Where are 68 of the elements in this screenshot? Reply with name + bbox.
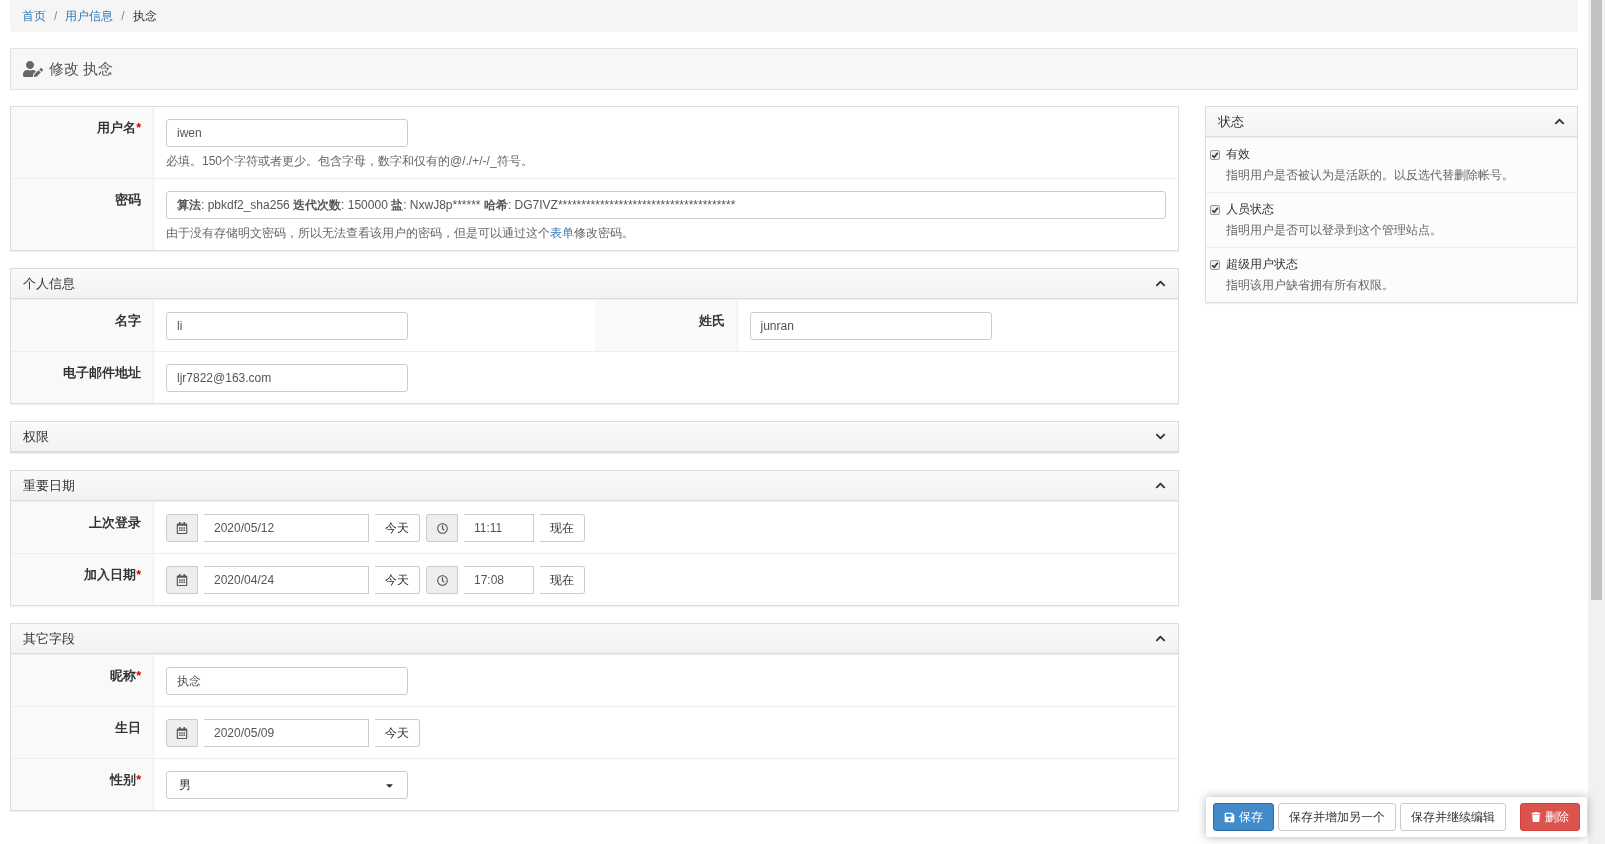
- text-input[interactable]: li: [166, 312, 408, 340]
- breadcrumb-current: 执念: [132, 7, 157, 25]
- help-text: 指明用户是否可以登录到这个管理站点。: [1226, 222, 1443, 239]
- field-label: 姓氏: [698, 313, 725, 330]
- user-edit-icon: [23, 59, 43, 79]
- clock-icon: [426, 566, 458, 594]
- form-link[interactable]: 表单: [550, 226, 574, 240]
- text-input[interactable]: junran: [749, 312, 992, 340]
- select-field[interactable]: 男: [166, 771, 408, 799]
- now-button[interactable]: 现在: [540, 514, 585, 542]
- help-text: 指明用户是否被认为是活跃的。以反选代替删除帐号。: [1226, 167, 1515, 184]
- chevron-up-icon[interactable]: [1155, 278, 1166, 289]
- chevron-down-icon[interactable]: [1155, 431, 1166, 442]
- field-label: 生日: [115, 720, 141, 737]
- field-label: 昵称*: [110, 668, 141, 685]
- section-header[interactable]: 状态: [1206, 107, 1577, 137]
- text-input[interactable]: 执念: [166, 667, 408, 695]
- action-button[interactable]: 保存并继续编辑: [1400, 803, 1506, 831]
- checkbox[interactable]: [1210, 149, 1220, 160]
- field-label: 密码: [115, 192, 141, 209]
- section-header[interactable]: 权限: [11, 422, 1178, 452]
- trash-icon: [1531, 812, 1541, 822]
- today-button[interactable]: 今天: [375, 514, 420, 542]
- field-label: 上次登录: [89, 515, 141, 532]
- help-text: 指明该用户缺省拥有所有权限。: [1226, 277, 1395, 294]
- date-input[interactable]: 2020/05/09: [204, 719, 369, 747]
- section-header[interactable]: 其它字段: [11, 624, 1178, 654]
- chevron-up-icon[interactable]: [1155, 633, 1166, 644]
- delete-button[interactable]: 删除: [1520, 803, 1580, 831]
- chevron-up-icon[interactable]: [1554, 116, 1565, 127]
- time-input[interactable]: 17:08: [464, 566, 534, 594]
- date-input[interactable]: 2020/05/12: [204, 514, 369, 542]
- date-input[interactable]: 2020/04/24: [204, 566, 369, 594]
- calendar-icon: [166, 514, 198, 542]
- text-input[interactable]: ljr7822@163.com: [166, 364, 408, 392]
- field-label: 名字: [115, 313, 141, 330]
- breadcrumb-separator: /: [54, 9, 58, 23]
- help-text: 必填。150个字符或者更少。包含字母，数字和仅有的@/./+/-/_符号。: [166, 153, 534, 170]
- calendar-icon: [166, 719, 198, 747]
- save-icon: [1224, 811, 1235, 823]
- password-field: 算法: pbkdf2_sha256 迭代次数: 150000 盐: NxwJ8p****** 哈希: DG7IVZ**************************************: [166, 191, 1166, 219]
- field-label: 加入日期*: [84, 567, 141, 584]
- field-label: 用户名*: [97, 120, 141, 137]
- help-text: 由于没有存储明文密码，所以无法查看该用户的密码，但是可以通过这个表单修改密码。: [166, 225, 635, 242]
- today-button[interactable]: 今天: [375, 719, 420, 747]
- breadcrumb-link[interactable]: 用户信息: [65, 7, 114, 25]
- today-button[interactable]: 今天: [375, 566, 420, 594]
- save-button[interactable]: 保存: [1213, 803, 1274, 831]
- field-label: 电子邮件地址: [63, 365, 141, 382]
- section-header[interactable]: 个人信息: [11, 269, 1178, 299]
- breadcrumb-separator: /: [121, 9, 125, 23]
- checkbox[interactable]: [1210, 204, 1220, 215]
- section-header[interactable]: 重要日期: [11, 471, 1178, 501]
- field-label: 性别*: [110, 772, 141, 789]
- time-input[interactable]: 11:11: [464, 514, 534, 542]
- text-input[interactable]: iwen: [166, 119, 408, 147]
- page-title: 修改 执念: [49, 59, 114, 79]
- action-button[interactable]: 保存并增加另一个: [1278, 803, 1396, 831]
- calendar-icon: [166, 566, 198, 594]
- checkbox[interactable]: [1210, 259, 1220, 270]
- chevron-up-icon[interactable]: [1155, 480, 1166, 491]
- checkbox-label: 超级用户状态: [1226, 256, 1298, 273]
- checkbox-label: 人员状态: [1226, 201, 1274, 218]
- now-button[interactable]: 现在: [540, 566, 585, 594]
- clock-icon: [426, 514, 458, 542]
- scrollbar[interactable]: [1588, 0, 1605, 844]
- checkbox-label: 有效: [1226, 146, 1250, 163]
- breadcrumb-link[interactable]: 首页: [22, 7, 46, 25]
